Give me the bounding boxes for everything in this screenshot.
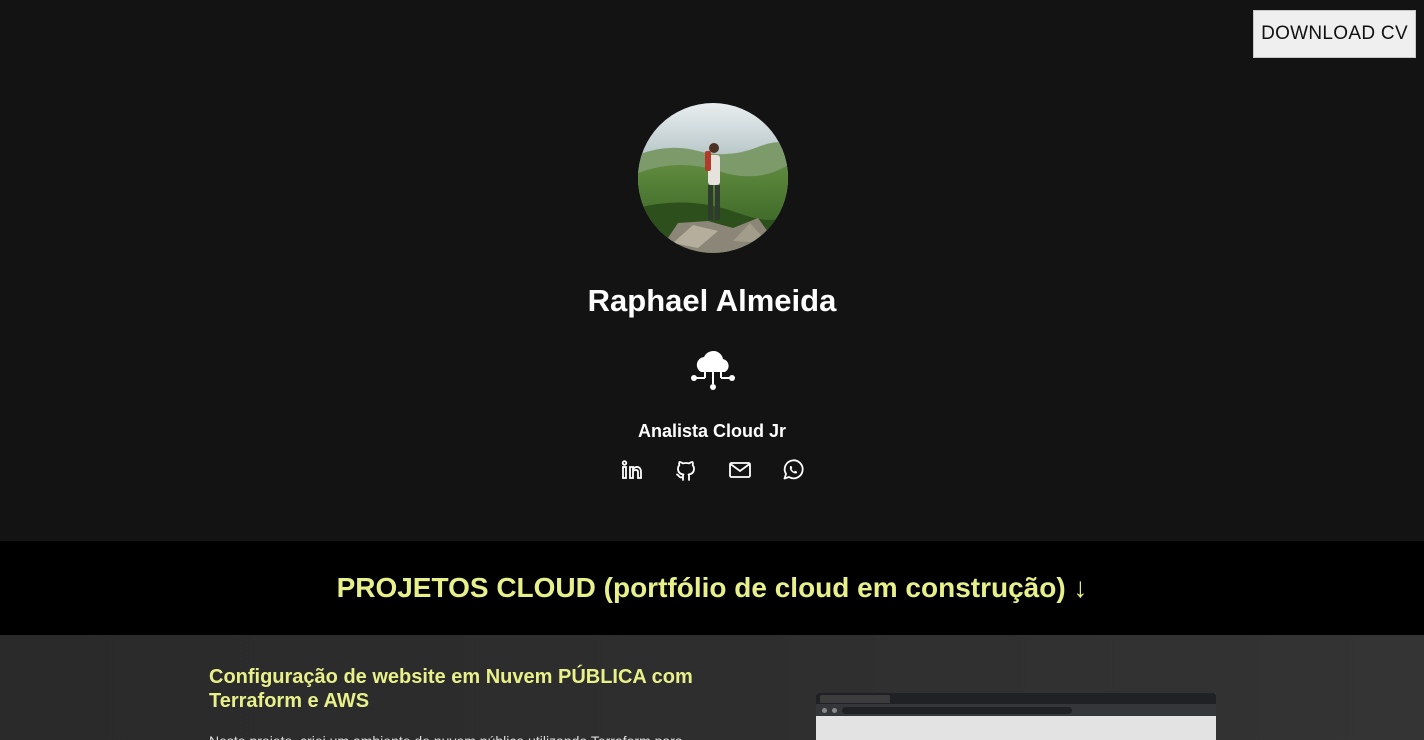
whatsapp-icon bbox=[783, 459, 804, 480]
screenshot-dot bbox=[832, 707, 837, 713]
avatar-photo bbox=[638, 103, 788, 253]
screenshot-url bbox=[842, 706, 1072, 714]
profile-role: Analista Cloud Jr bbox=[637, 421, 787, 441]
linkedin-link[interactable] bbox=[618, 456, 646, 484]
mail-link[interactable] bbox=[726, 456, 754, 484]
hero-section: DOWNLOAD CV Raphael Almeida Analista Clo… bbox=[0, 0, 1424, 541]
github-icon bbox=[676, 461, 695, 481]
project-description: Neste projeto, criei um ambiente de nuve… bbox=[209, 731, 699, 740]
whatsapp-link[interactable] bbox=[779, 456, 807, 484]
screenshot-tab bbox=[820, 694, 890, 703]
project-card: Configuração de website em Nuvem PÚBLICA… bbox=[0, 635, 1424, 740]
linkedin-icon bbox=[621, 460, 642, 479]
screenshot-address-bar bbox=[816, 704, 1216, 716]
mail-icon bbox=[729, 462, 751, 478]
project-screenshot[interactable] bbox=[816, 693, 1216, 740]
profile-name: Raphael Almeida bbox=[587, 283, 837, 318]
projects-band: PROJETOS CLOUD (portfólio de cloud em co… bbox=[0, 541, 1424, 635]
download-cv-button[interactable]: DOWNLOAD CV bbox=[1253, 10, 1416, 58]
screenshot-body bbox=[816, 716, 1216, 740]
avatar bbox=[638, 103, 788, 253]
cloud-network-icon bbox=[691, 350, 735, 390]
project-title: Configuração de website em Nuvem PÚBLICA… bbox=[209, 666, 693, 712]
social-links bbox=[618, 456, 808, 484]
screenshot-tab-bar bbox=[816, 693, 1216, 704]
github-link[interactable] bbox=[672, 456, 700, 484]
screenshot-dot bbox=[822, 707, 827, 713]
projects-heading: PROJETOS CLOUD (portfólio de cloud em co… bbox=[336, 572, 1088, 603]
